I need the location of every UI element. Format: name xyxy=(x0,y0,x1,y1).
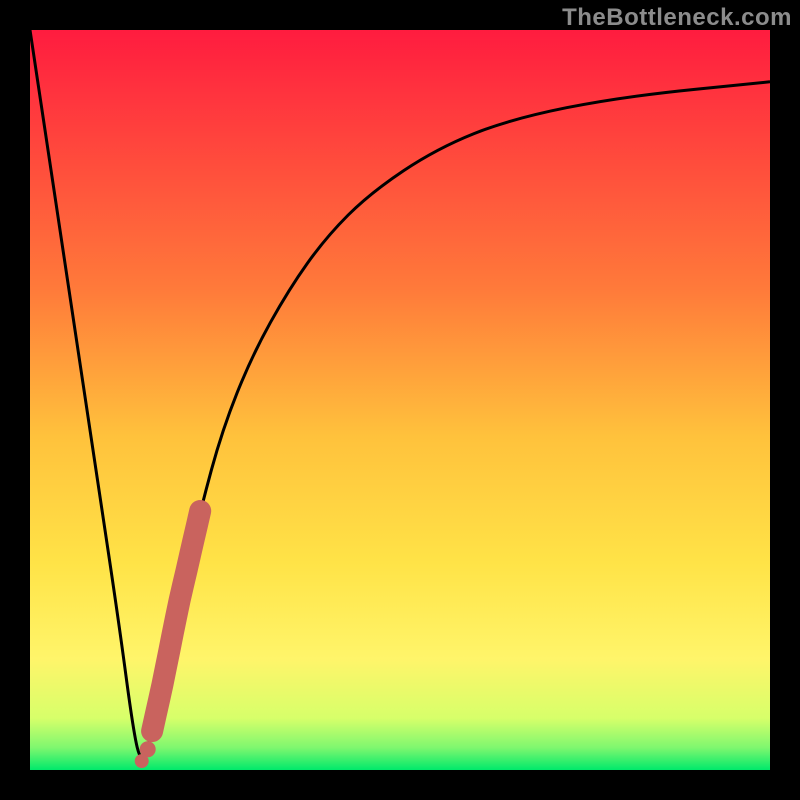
plot-area xyxy=(30,30,770,770)
gradient-rect xyxy=(30,30,770,770)
chart-frame: TheBottleneck.com xyxy=(0,0,800,800)
background-gradient xyxy=(30,30,770,770)
watermark-label: TheBottleneck.com xyxy=(562,4,792,32)
